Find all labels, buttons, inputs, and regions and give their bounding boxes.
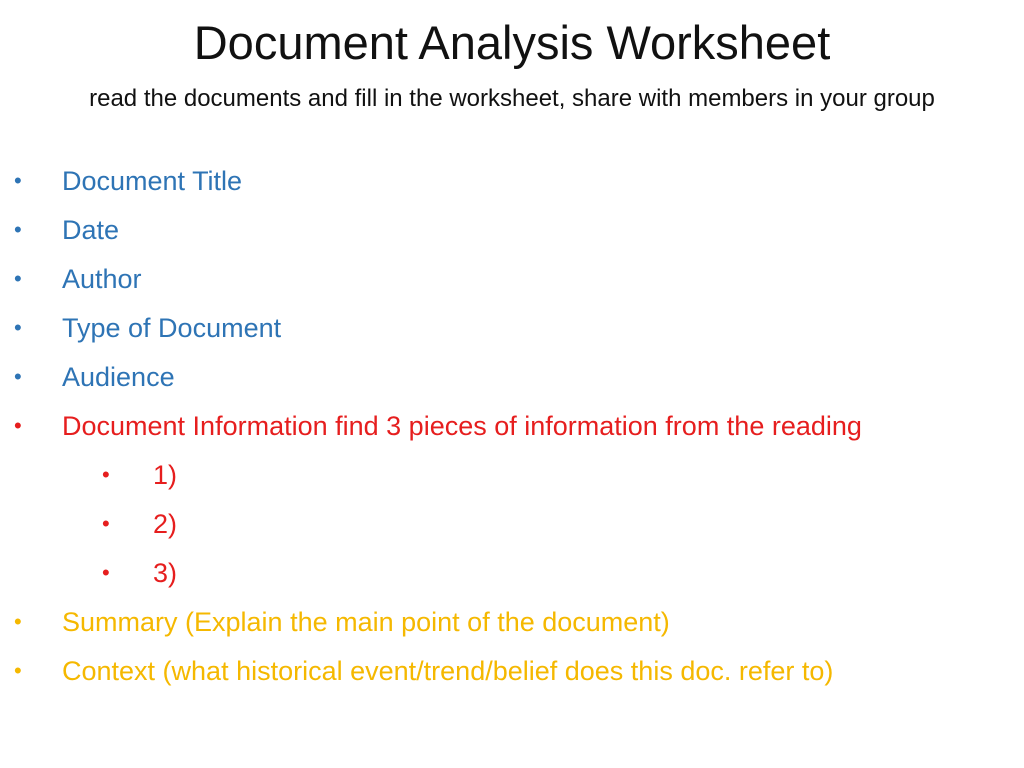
bullet-text: 1): [153, 460, 178, 490]
bullet-text: Document Title: [62, 166, 243, 196]
bullet-icon: •: [14, 609, 22, 634]
bullet-icon: •: [14, 315, 22, 340]
bullet-text: 3): [153, 558, 178, 588]
bullet-text: Author: [62, 264, 142, 294]
bullet-text: Type of Document: [62, 313, 282, 343]
bullet-text: Context (what historical event/trend/bel…: [62, 656, 834, 686]
bullet-list: • Document Title • Date • Author • Type …: [0, 0, 1024, 768]
bullet-icon: •: [14, 364, 22, 389]
bullet-text: Document Information find 3 pieces of in…: [62, 411, 862, 441]
bullet-icon: •: [14, 217, 22, 242]
bullet-text: Date: [62, 215, 120, 245]
bullet-icon: •: [14, 168, 22, 193]
bullet-icon: •: [102, 462, 110, 487]
bullet-icon: •: [102, 560, 110, 585]
bullet-icon: •: [14, 413, 22, 438]
bullet-icon: •: [14, 658, 22, 683]
bullet-text: 2): [153, 509, 178, 539]
bullet-icon: •: [102, 511, 110, 536]
bullet-text: Summary (Explain the main point of the d…: [62, 607, 670, 637]
slide: Document Analysis Worksheet read the doc…: [0, 0, 1024, 768]
bullet-text: Audience: [62, 362, 175, 392]
bullet-icon: •: [14, 266, 22, 291]
